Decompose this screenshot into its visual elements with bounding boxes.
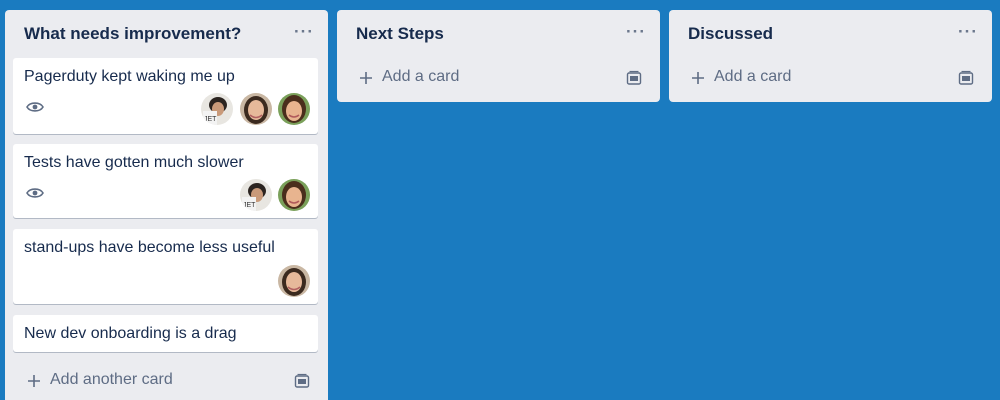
add-card-label: Add a card — [382, 68, 460, 85]
card-template-icon[interactable] — [626, 70, 642, 86]
list-next-steps: Next Steps ··· Add a card — [337, 10, 660, 102]
card-template-icon[interactable] — [958, 70, 974, 86]
list-menu-icon[interactable]: ··· — [294, 23, 314, 40]
eye-icon — [26, 102, 44, 112]
card[interactable]: New dev onboarding is a drag — [13, 315, 318, 352]
board: What needs improvement? ··· Pagerduty ke… — [0, 0, 1000, 400]
avatar-member-c[interactable] — [278, 179, 310, 211]
list-title[interactable]: What needs improvement? — [24, 24, 241, 44]
add-card-button[interactable]: Add a card — [337, 65, 660, 95]
avatar-member-c[interactable] — [278, 93, 310, 125]
card-template-icon[interactable] — [294, 373, 310, 389]
card-title: stand-ups have become less useful — [24, 239, 275, 256]
card[interactable]: Tests have gotten much slower JET — [13, 144, 318, 218]
add-card-label: Add a card — [714, 68, 792, 85]
list-title[interactable]: Next Steps — [356, 24, 444, 44]
plus-icon — [692, 72, 704, 84]
avatar-member-b[interactable] — [240, 93, 272, 125]
list-title[interactable]: Discussed — [688, 24, 773, 44]
svg-text:JET: JET — [243, 202, 256, 209]
list-what-needs-improvement: What needs improvement? ··· Pagerduty ke… — [5, 10, 328, 400]
card-title: New dev onboarding is a drag — [24, 325, 237, 342]
add-card-label: Add another card — [50, 371, 173, 388]
card-title: Pagerduty kept waking me up — [24, 68, 235, 85]
card-title: Tests have gotten much slower — [24, 154, 244, 171]
svg-text:JET: JET — [204, 116, 217, 123]
avatar-member-b[interactable] — [278, 265, 310, 297]
card[interactable]: Pagerduty kept waking me up JET — [13, 58, 318, 134]
list-discussed: Discussed ··· Add a card — [669, 10, 992, 102]
add-card-button[interactable]: Add a card — [669, 65, 992, 95]
eye-icon — [26, 188, 44, 198]
card[interactable]: stand-ups have become less useful — [13, 229, 318, 304]
list-menu-icon[interactable]: ··· — [626, 23, 646, 40]
avatar-member-a[interactable]: JET — [240, 179, 272, 211]
plus-icon — [28, 375, 40, 387]
list-menu-icon[interactable]: ··· — [958, 23, 978, 40]
avatar-member-a[interactable]: JET — [201, 93, 233, 125]
add-card-button[interactable]: Add another card — [5, 368, 328, 398]
plus-icon — [360, 72, 372, 84]
